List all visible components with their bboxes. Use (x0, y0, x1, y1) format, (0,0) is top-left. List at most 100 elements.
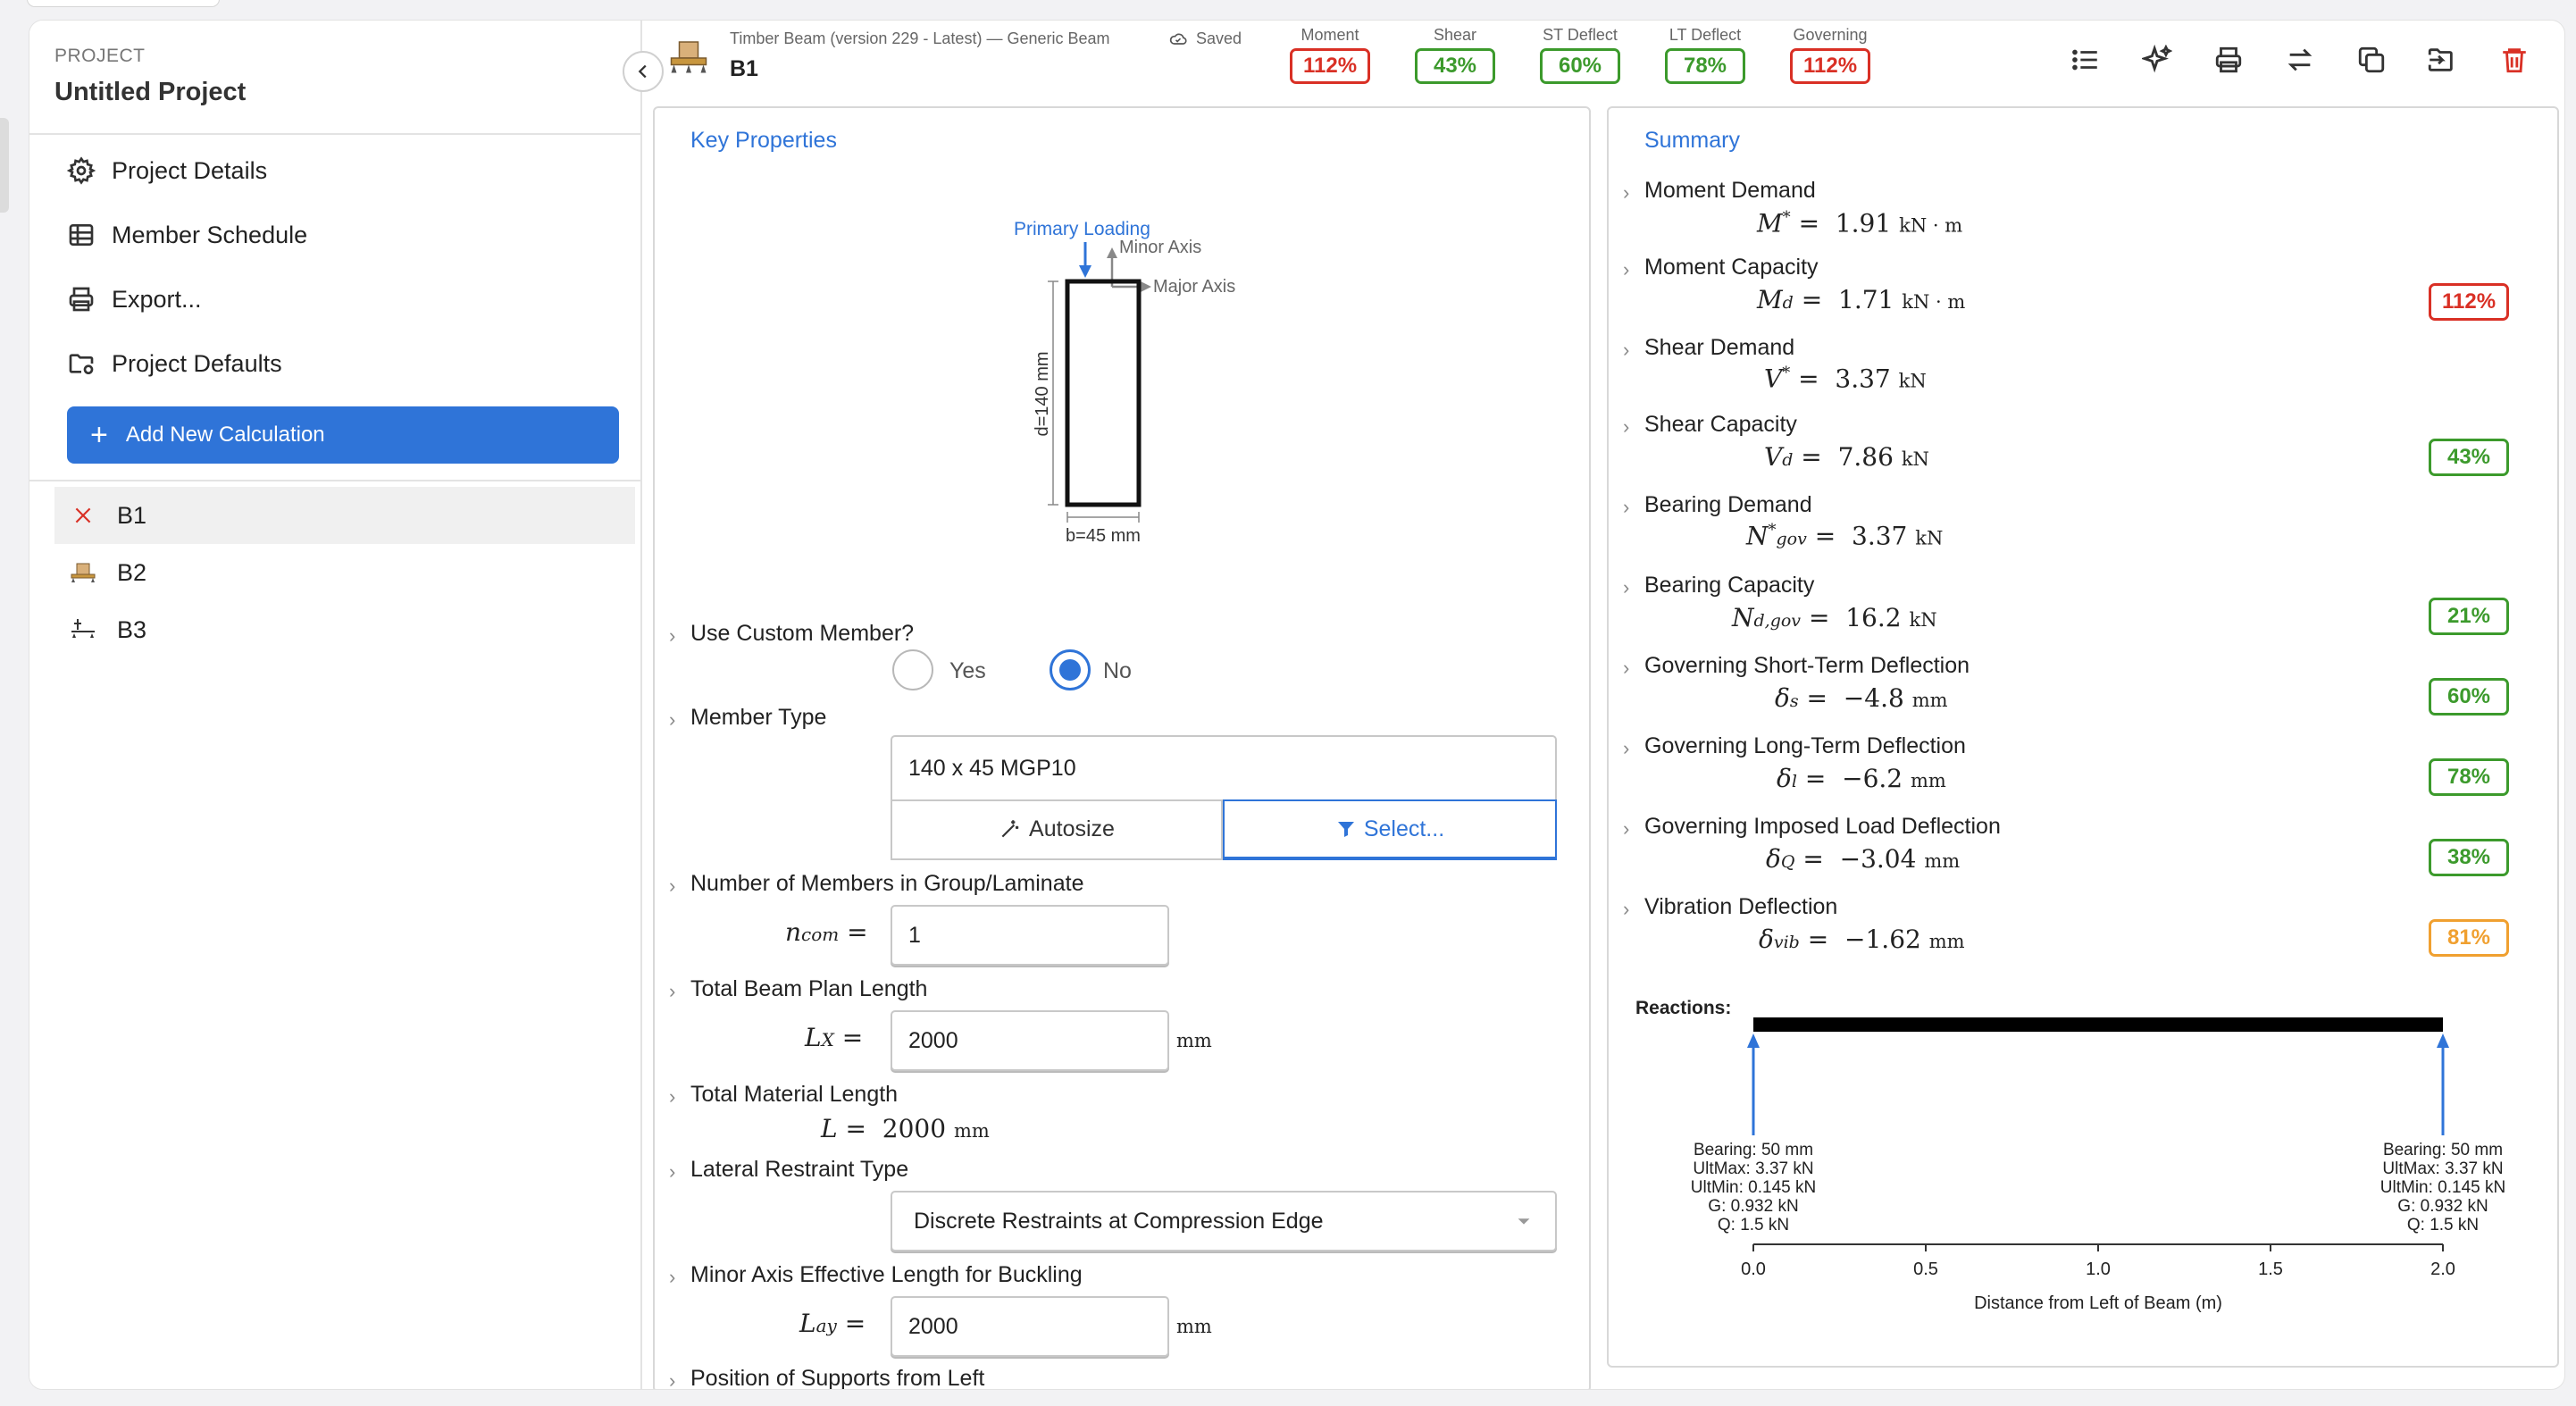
magic-wand-icon (1001, 820, 1019, 838)
x-axis-label: Distance from Left of Beam (m) (1974, 1293, 2222, 1313)
sidebar-item-project-details[interactable]: Project Details (67, 146, 603, 196)
primary-loading-label: Primary Loading (1014, 219, 1150, 239)
saved-label: Saved (1196, 29, 1242, 47)
bearing-capacity-unit: kN (1909, 609, 1937, 631)
sidebar-item-export[interactable]: Export... (67, 274, 603, 324)
chevron-right-icon: › (1623, 657, 1630, 679)
summary-label-bearing-capacity[interactable]: Bearing Capacity (1644, 573, 1814, 598)
summary-label-moment-capacity[interactable]: Moment Capacity (1644, 255, 1819, 280)
shear-capacity-value: 7.86 (1837, 442, 1894, 472)
window-tab-stub (27, 0, 220, 7)
minor-buckling-input[interactable]: 2000 (891, 1296, 1169, 1357)
shear-capacity-badge: 43% (2429, 439, 2509, 476)
lateral-restraint-select[interactable]: Discrete Restraints at Compression Edge (891, 1191, 1557, 1251)
left-reaction-line: UltMin: 0.145 kN (1691, 1178, 1816, 1197)
printer-icon (2215, 46, 2242, 73)
chevron-right-icon: › (1623, 339, 1630, 361)
calc-subtitle: Timber Beam (version 229 - Latest) — Gen… (730, 29, 1110, 47)
chevron-right-icon: › (1623, 817, 1630, 840)
member-type-value[interactable]: 140 x 45 MGP10 (891, 735, 1557, 801)
calc-item-b1[interactable]: B1 (54, 487, 635, 544)
right-reaction-line: Q: 1.5 kN (2407, 1216, 2479, 1234)
metric-st-deflect[interactable]: ST Deflect 60% (1535, 26, 1625, 84)
summary-label-shear-demand[interactable]: Shear Demand (1644, 335, 1794, 361)
calc-item-label: B2 (117, 558, 147, 586)
major-axis-label: Major Axis (1153, 277, 1235, 297)
duplicate-button[interactable] (2352, 40, 2391, 80)
metric-label: ST Deflect (1543, 26, 1618, 44)
chevron-right-icon: › (1623, 415, 1630, 438)
moment-demand-math: M* = 1.91 kN · m (1757, 208, 1963, 239)
lateral-restraint-value: Discrete Restraints at Compression Edge (914, 1208, 1324, 1234)
chevron-right-icon: › (1623, 181, 1630, 204)
trash-icon (2503, 48, 2526, 73)
metric-moment[interactable]: Moment 112% (1285, 26, 1375, 84)
print-button[interactable] (2209, 40, 2248, 80)
select-member-button[interactable]: Select... (1223, 799, 1557, 860)
metric-label: Governing (1793, 26, 1868, 44)
imposed-deflection-unit: mm (1924, 850, 1961, 872)
material-length-label: Total Material Length (690, 1082, 899, 1107)
plus-icon: + (90, 418, 108, 452)
member-section (1065, 279, 1142, 507)
ai-assist-button[interactable] (2137, 40, 2177, 80)
lt-deflection-math: δl = −6.2 mm (1777, 764, 1946, 793)
save-status: Saved (1169, 29, 1242, 48)
add-new-calculation-button[interactable]: + Add New Calculation (67, 406, 619, 464)
metric-lt-deflect[interactable]: LT Deflect 78% (1660, 26, 1750, 84)
vibration-deflection-unit: mm (1928, 931, 1965, 952)
cloud-check-icon (1169, 33, 1187, 45)
custom-member-no-radio[interactable] (1050, 649, 1091, 690)
moment-capacity-unit: kN · m (1902, 291, 1966, 313)
metric-governing[interactable]: Governing 112% (1786, 26, 1875, 84)
summary-label-imposed-deflection[interactable]: Governing Imposed Load Deflection (1644, 814, 2001, 840)
summary-label-bearing-demand[interactable]: Bearing Demand (1644, 492, 1812, 518)
key-properties-title: Key Properties (690, 128, 837, 153)
imposed-deflection-badge: 38% (2429, 839, 2509, 876)
lx-symbol: LX = (805, 1023, 864, 1052)
metric-badge: 112% (1290, 48, 1370, 84)
yes-label: Yes (949, 658, 986, 683)
chevron-right-icon: › (1623, 496, 1630, 518)
summary-label-vibration-deflection[interactable]: Vibration Deflection (1644, 894, 1837, 920)
delete-button[interactable] (2495, 40, 2534, 80)
collapse-sidebar-button[interactable] (623, 51, 664, 92)
st-deflection-value: −4.8 (1843, 683, 1904, 713)
sidebar: PROJECT Untitled Project Project Details… (29, 21, 642, 1389)
left-reaction-labels: Bearing: 50 mm UltMax: 3.37 kN UltMin: 0… (1691, 1141, 1816, 1234)
num-members-input[interactable]: 1 (891, 905, 1169, 966)
plan-length-input[interactable]: 2000 (891, 1010, 1169, 1071)
autosize-button[interactable]: Autosize (891, 799, 1223, 860)
chevron-right-icon: › (669, 875, 676, 897)
sidebar-item-label: Project Defaults (112, 349, 282, 377)
custom-member-yes-radio[interactable] (892, 649, 933, 690)
metric-badge: 43% (1415, 48, 1495, 84)
vibration-deflection-math: δvib = −1.62 mm (1759, 925, 1965, 954)
reactions-title: Reactions: (1635, 998, 1731, 1018)
summary-title: Summary (1644, 128, 1740, 153)
sidebar-item-member-schedule[interactable]: Member Schedule (67, 210, 603, 260)
calc-item-b2[interactable]: B2 (54, 544, 635, 601)
filter-icon (1337, 822, 1354, 837)
move-button[interactable] (2421, 40, 2461, 80)
list-button[interactable] (2066, 40, 2105, 80)
swap-button[interactable] (2280, 40, 2320, 80)
caret-down-icon (1518, 1218, 1530, 1225)
summary-label-st-deflection[interactable]: Governing Short-Term Deflection (1644, 653, 1970, 679)
project-title[interactable]: Untitled Project (54, 78, 246, 107)
copy-icon (2358, 46, 2385, 73)
folder-settings-icon (69, 354, 94, 374)
metric-shear[interactable]: Shear 43% (1410, 26, 1500, 84)
summary-label-moment-demand[interactable]: Moment Demand (1644, 178, 1816, 204)
summary-label-shear-capacity[interactable]: Shear Capacity (1644, 412, 1797, 438)
member-type-label: Member Type (690, 705, 827, 730)
right-reaction-line: G: 0.932 kN (2397, 1197, 2488, 1216)
calc-title[interactable]: B1 (730, 56, 758, 82)
st-deflection-unit: mm (1911, 690, 1948, 711)
metric-badge: 60% (1540, 48, 1620, 84)
summary-label-lt-deflection[interactable]: Governing Long-Term Deflection (1644, 733, 1966, 759)
calc-item-b3[interactable]: B3 (54, 601, 635, 658)
sidebar-item-project-defaults[interactable]: Project Defaults (67, 339, 603, 389)
moment-capacity-badge: 112% (2429, 283, 2509, 321)
lt-deflection-value: −6.2 (1842, 764, 1903, 793)
